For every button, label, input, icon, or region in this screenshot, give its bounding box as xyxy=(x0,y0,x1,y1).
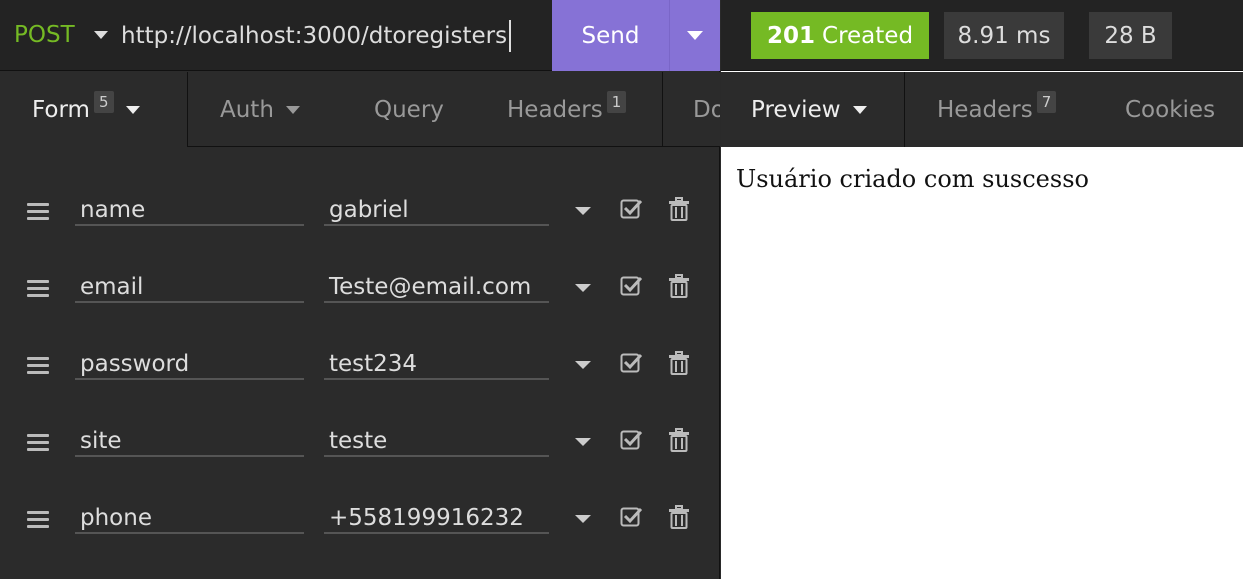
tab-response-headers[interactable]: Headers 7 xyxy=(937,72,1057,147)
form-row: name gabriel xyxy=(0,194,720,271)
checkbox-checked-icon[interactable] xyxy=(620,275,642,297)
chevron-down-icon[interactable] xyxy=(575,284,591,292)
tab-auth[interactable]: Auth xyxy=(220,72,300,147)
method-dropdown-icon[interactable] xyxy=(94,31,108,39)
tab-form[interactable]: Form 5 xyxy=(32,72,140,147)
response-size-badge: 28 B xyxy=(1089,12,1172,59)
status-badge: 201 Created xyxy=(751,12,930,59)
request-pane: POST http://localhost:3000/dtoregisters … xyxy=(0,0,720,579)
url-input[interactable]: http://localhost:3000/dtoregisters xyxy=(121,20,512,52)
url-bar: POST http://localhost:3000/dtoregisters … xyxy=(0,0,720,71)
drag-handle-icon[interactable] xyxy=(27,511,49,529)
tab-divider xyxy=(662,72,663,147)
tab-label: Do xyxy=(693,96,720,123)
tab-cookies[interactable]: Cookies xyxy=(1125,72,1215,147)
trash-icon[interactable] xyxy=(668,428,690,452)
checkbox-checked-icon[interactable] xyxy=(620,429,642,451)
param-value-input[interactable]: Teste@email.com xyxy=(324,271,549,303)
chevron-down-icon xyxy=(285,105,300,114)
chevron-down-icon xyxy=(687,31,703,40)
tab-label: Cookies xyxy=(1125,96,1216,123)
drag-handle-icon[interactable] xyxy=(27,434,49,452)
tab-label: Headers xyxy=(937,96,1033,123)
form-row: phone +558199916232 xyxy=(0,502,720,579)
chevron-down-icon[interactable] xyxy=(575,438,591,446)
param-value-input[interactable]: gabriel xyxy=(324,194,549,226)
tab-label: Form xyxy=(32,96,90,123)
param-name-input[interactable]: name xyxy=(75,194,304,226)
tab-headers[interactable]: Headers 1 xyxy=(507,72,627,147)
tab-preview[interactable]: Preview xyxy=(751,72,867,147)
trash-icon[interactable] xyxy=(668,197,690,221)
tab-count-badge: 1 xyxy=(606,90,627,113)
tab-divider xyxy=(187,72,188,147)
param-name-input[interactable]: password xyxy=(75,348,304,380)
drag-handle-icon[interactable] xyxy=(27,203,49,221)
tabs-bottom-border xyxy=(188,146,720,147)
checkbox-checked-icon[interactable] xyxy=(620,506,642,528)
form-row: password test234 xyxy=(0,348,720,425)
chevron-down-icon[interactable] xyxy=(575,207,591,215)
chevron-down-icon xyxy=(125,105,140,114)
tab-count-badge: 5 xyxy=(93,90,114,113)
tab-label: Query xyxy=(374,96,444,123)
form-row: email Teste@email.com xyxy=(0,271,720,348)
status-text: Created xyxy=(822,22,914,49)
checkbox-checked-icon[interactable] xyxy=(620,198,642,220)
response-status-bar: 201 Created 8.91 ms 28 B xyxy=(721,0,1243,71)
tab-query[interactable]: Query xyxy=(374,72,444,147)
param-name-input[interactable]: phone xyxy=(75,502,304,534)
preview-text: Usuário criado com suscesso xyxy=(736,165,1089,193)
trash-icon[interactable] xyxy=(668,351,690,375)
tab-label: Preview xyxy=(751,96,841,123)
response-tabs: Preview Headers 7 Cookies xyxy=(721,72,1243,147)
drag-handle-icon[interactable] xyxy=(27,357,49,375)
response-pane: 201 Created 8.91 ms 28 B Preview Headers… xyxy=(721,0,1243,579)
trash-icon[interactable] xyxy=(668,274,690,298)
response-time-badge: 8.91 ms xyxy=(944,12,1064,59)
request-tabs: Form 5 Auth Query Headers 1 Do xyxy=(0,72,720,147)
response-preview: Usuário criado com suscesso xyxy=(721,147,1243,579)
tab-label: Auth xyxy=(220,96,274,123)
status-code: 201 xyxy=(767,22,816,49)
drag-handle-icon[interactable] xyxy=(27,280,49,298)
chevron-down-icon[interactable] xyxy=(575,361,591,369)
checkbox-checked-icon[interactable] xyxy=(620,352,642,374)
tab-divider xyxy=(904,72,905,147)
param-value-input[interactable]: test234 xyxy=(324,348,549,380)
trash-icon[interactable] xyxy=(668,505,690,529)
tab-count-badge: 7 xyxy=(1036,90,1057,113)
param-name-input[interactable]: site xyxy=(75,425,304,457)
chevron-down-icon xyxy=(852,105,867,114)
tab-docs[interactable]: Do xyxy=(693,72,720,147)
param-value-input[interactable]: teste xyxy=(324,425,549,457)
chevron-down-icon[interactable] xyxy=(575,515,591,523)
method-label[interactable]: POST xyxy=(14,22,75,48)
tab-label: Headers xyxy=(507,96,603,123)
param-name-input[interactable]: email xyxy=(75,271,304,303)
send-options-button[interactable] xyxy=(669,0,720,71)
form-row: site teste xyxy=(0,425,720,502)
send-button[interactable]: Send xyxy=(552,0,669,71)
param-value-input[interactable]: +558199916232 xyxy=(324,502,549,534)
